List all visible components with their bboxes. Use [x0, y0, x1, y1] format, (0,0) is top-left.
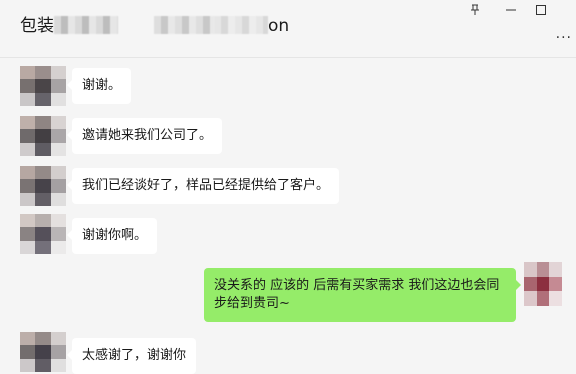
redacted-name-blur — [154, 16, 214, 34]
avatar[interactable] — [20, 166, 66, 206]
avatar[interactable] — [20, 214, 66, 254]
chat-title: 包装 on — [20, 14, 289, 38]
pin-button[interactable] — [460, 0, 490, 20]
avatar[interactable] — [20, 66, 66, 106]
minimize-button[interactable] — [496, 0, 526, 20]
message-bubble: 邀请她来我们公司了。 — [66, 118, 223, 154]
pin-icon — [471, 4, 479, 15]
minimize-icon — [506, 9, 516, 11]
maximize-icon — [536, 5, 546, 15]
more-options-button[interactable]: ... — [556, 26, 572, 42]
message-bubble: 谢谢你啊。 — [66, 218, 158, 254]
message-bubble: 谢谢。 — [66, 68, 132, 104]
redacted-name-blur — [54, 16, 118, 34]
avatar-self[interactable] — [524, 262, 562, 306]
chat-title-suffix: on — [268, 16, 290, 36]
chat-header: 包装 on ... — [0, 0, 576, 58]
message-bubble-self: 没关系的 应该的 后需有买家需求 我们这边也会同步给到贵司~ — [204, 268, 521, 322]
avatar[interactable] — [20, 332, 66, 372]
maximize-button[interactable] — [526, 0, 556, 20]
redacted-name-blur — [214, 16, 268, 34]
avatar[interactable] — [20, 116, 66, 156]
message-bubble: 我们已经谈好了，样品已经提供给了客户。 — [66, 168, 340, 204]
chat-title-prefix: 包装 — [20, 16, 54, 36]
message-bubble: 太感谢了，谢谢你 — [66, 338, 197, 374]
